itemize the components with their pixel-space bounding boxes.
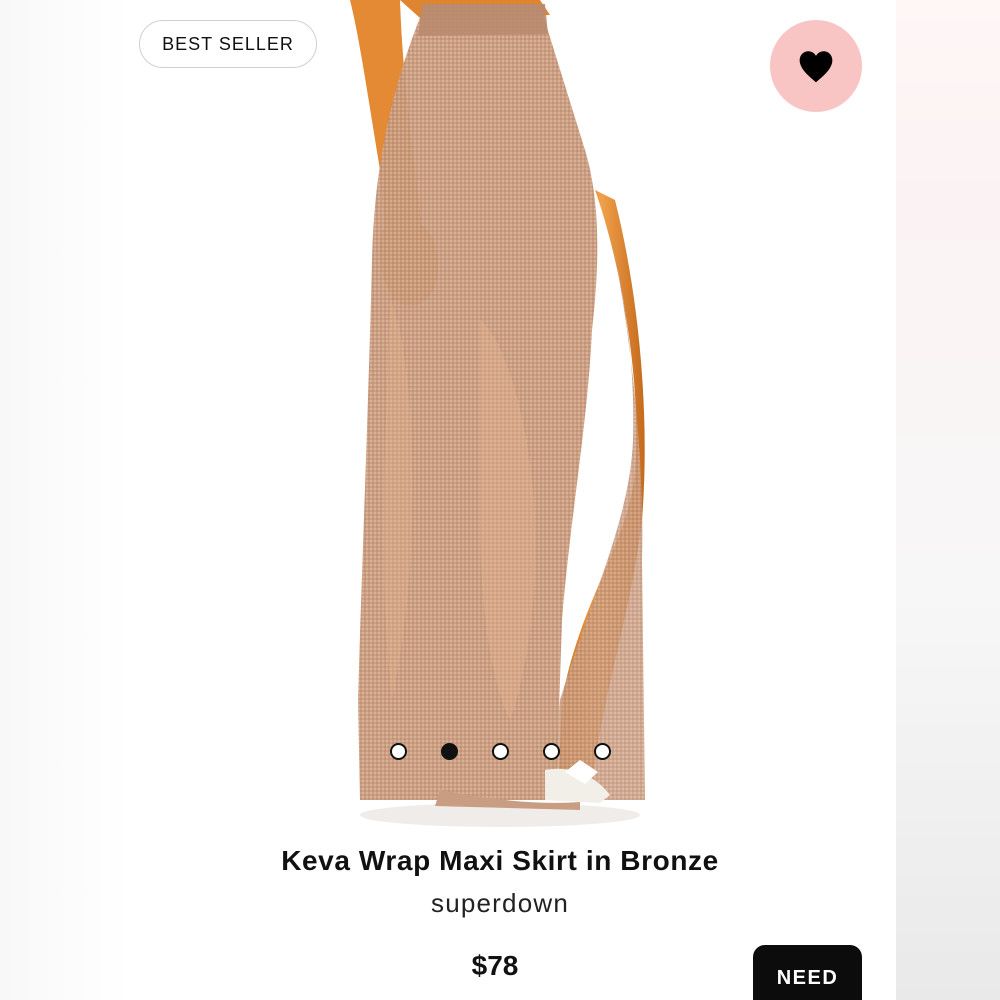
- carousel-dot[interactable]: [390, 743, 407, 760]
- carousel-dot[interactable]: [543, 743, 560, 760]
- carousel-dot[interactable]: [594, 743, 611, 760]
- product-title[interactable]: Keva Wrap Maxi Skirt in Bronze: [130, 845, 870, 877]
- product-card: BEST SELLER Keva Wrap Maxi Skirt in Bron…: [0, 0, 1000, 1000]
- need-button[interactable]: NEED: [753, 945, 862, 1000]
- product-price: $78: [471, 950, 519, 981]
- wishlist-button[interactable]: [770, 20, 862, 112]
- left-backdrop: [0, 0, 130, 1000]
- product-brand[interactable]: superdown: [130, 888, 870, 919]
- heart-icon: [799, 51, 833, 83]
- best-seller-badge: BEST SELLER: [139, 20, 317, 68]
- need-button-label: NEED: [776, 967, 839, 989]
- product-image[interactable]: [330, 0, 670, 830]
- carousel-dots: [390, 743, 611, 760]
- carousel-dot-active[interactable]: [441, 743, 458, 760]
- best-seller-label: BEST SELLER: [162, 33, 294, 54]
- right-backdrop: [896, 0, 1000, 1000]
- carousel-dot[interactable]: [492, 743, 509, 760]
